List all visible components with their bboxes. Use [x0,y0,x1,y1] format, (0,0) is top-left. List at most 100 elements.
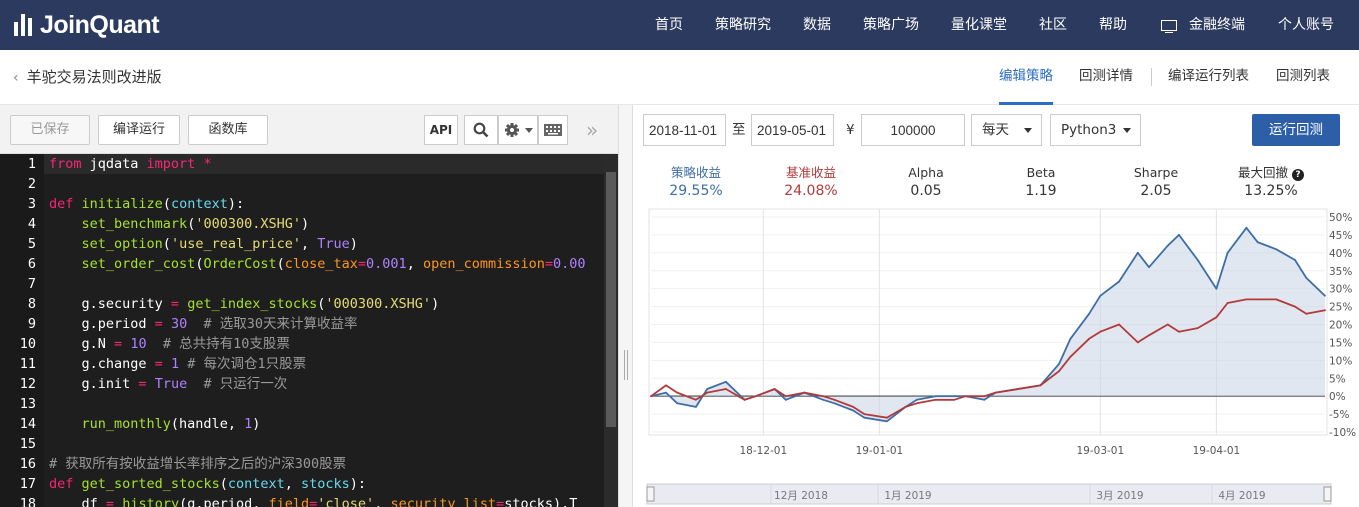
y-tick-label: 5% [1329,373,1346,385]
returns-chart[interactable]: 50% 45% 40% 35% 30% 25% 20% 15% 10% 5% 0% -5% -10% 18… [633,205,1359,507]
code-token: history [122,496,180,507]
navigator-label: 4月 2019 [1218,490,1265,502]
start-date-input[interactable] [643,114,726,146]
python-version-select[interactable]: Python3 [1050,114,1141,146]
metric-value: 1.19 [1025,183,1057,199]
line-gutter: 1 2 3 4 5 6 7 8 9 10 11 12 13 14 15 16 17 18 [0,154,44,507]
nav-help[interactable]: 帮助 [1099,0,1127,50]
end-date-input[interactable] [751,114,834,146]
keyboard-button[interactable] [538,115,568,145]
tab-divider [1151,68,1152,86]
benchmark-point [852,406,855,408]
strategy-point [1305,277,1308,279]
code-token: ): [349,476,367,492]
strategy-point [1166,244,1169,247]
strategy-point [1118,280,1120,283]
settings-button[interactable] [498,115,538,145]
code-token: context [227,476,285,492]
code-token: run_monthly [81,416,171,432]
frequency-select[interactable]: 每天 [971,114,1042,146]
x-tick-label: 18-12-01 [739,445,787,457]
strategy-point [822,398,825,401]
editor-scrollbar[interactable] [604,154,618,507]
code-token: 1 [244,416,253,432]
tab-backtest-detail[interactable]: 回测详情 [1079,50,1133,105]
keyboard-icon [544,124,562,136]
code-line: g.init = True # 只运行一次 [49,374,288,394]
help-icon[interactable]: ? [1292,169,1304,181]
code-token: g.N [49,336,115,352]
code-token: ( [162,196,171,212]
code-token: = [357,256,367,272]
y-tick-label: 10% [1329,355,1352,367]
line-number: 17 [19,476,36,492]
code-token: True [317,236,350,252]
line-number: 15 [19,436,36,452]
logo[interactable]: JoinQuant [14,11,160,39]
collapse-right-icon[interactable]: » [586,118,598,142]
code-token: jqdata [81,156,147,172]
nav-data[interactable]: 数据 [803,0,831,50]
benchmark-point [994,391,997,394]
code-token: g.change [49,356,155,372]
benchmark-point [1058,370,1060,372]
nav-home[interactable]: 首页 [655,0,683,50]
metric-label: Beta [1026,165,1056,180]
code-token: df [49,496,106,507]
strategy-point [1226,251,1229,254]
nav-terminal[interactable]: 金融终端 [1161,0,1245,50]
nav-classroom[interactable]: 量化课堂 [951,0,1007,50]
top-navbar: JoinQuant 首页 策略研究 数据 策略广场 量化课堂 社区 帮助 金融终… [0,0,1359,50]
strategy-point [1196,259,1199,261]
drag-handle-icon[interactable] [624,350,628,380]
nav-research[interactable]: 策略研究 [715,0,771,50]
breadcrumb[interactable]: ‹ 羊驼交易法则改进版 [13,50,162,105]
tab-compile-list[interactable]: 编译运行列表 [1168,50,1249,105]
code-token: set_benchmark [81,216,188,232]
page-title: 羊驼交易法则改进版 [26,68,162,86]
line-number: 7 [27,276,36,292]
benchmark-point [1215,316,1218,319]
nav-community[interactable]: 社区 [1039,0,1067,50]
line-number: 4 [27,216,36,232]
nav-account[interactable]: 个人账号 [1278,0,1334,50]
strategy-point [953,395,956,398]
benchmark-point [833,398,836,401]
search-button[interactable] [464,115,498,145]
function-library-button[interactable]: 函数库 [188,115,268,145]
capital-input[interactable] [861,114,965,146]
api-button[interactable]: API [424,115,458,145]
code-token: set_order_cost [81,256,196,272]
chevron-left-icon[interactable]: ‹ [13,70,19,86]
metric-label: 最大回撤 ? [1221,165,1321,181]
nav-square[interactable]: 策略广场 [863,0,919,50]
code-token: , [406,256,423,272]
benchmark-point [1294,305,1296,308]
code-token: (g.period, [179,496,269,507]
benchmark-point [1039,384,1042,387]
code-line: set_order_cost(OrderCost(close_tax=0.001… [49,254,586,274]
caret-down-icon [1024,128,1032,133]
pane-splitter[interactable] [618,105,633,507]
tab-backtest-list[interactable]: 回测列表 [1276,50,1330,105]
code-editor[interactable]: 1 2 3 4 5 6 7 8 9 10 11 12 13 14 15 16 17 18 from jqdata … [0,154,618,507]
metric-value: 0.05 [910,183,942,199]
code-token: * [203,156,212,172]
benchmark-point [822,395,825,398]
tab-edit-strategy[interactable]: 编辑策略 [999,50,1053,105]
strategy-point [833,402,836,405]
benchmark-point [1196,327,1199,329]
x-tick-label: 19-04-01 [1193,445,1241,457]
scrollbar-thumb[interactable] [606,172,616,427]
y-tick-label: -10% [1329,427,1356,439]
y-tick-label: 35% [1329,266,1352,278]
line-number: 10 [19,336,36,352]
saved-button[interactable]: 已保存 [10,115,90,145]
strategy-point [934,395,937,398]
run-backtest-button[interactable]: 运行回测 [1252,114,1340,146]
compile-run-button[interactable]: 编译运行 [98,115,180,145]
